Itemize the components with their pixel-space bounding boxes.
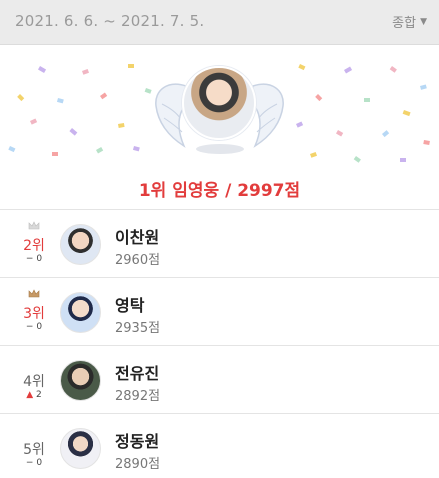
caret-down-icon: ▼: [420, 16, 427, 27]
ranking-row[interactable]: 5위 − 0 정동원 2890점: [0, 415, 439, 478]
winner-section: 1위 임영웅 / 2997점: [0, 46, 439, 210]
ranking-row[interactable]: 3위 − 0 영탁 2935점: [0, 279, 439, 346]
winner-title: 1위 임영웅 / 2997점: [138, 181, 301, 201]
artist-name: 정동원: [115, 432, 160, 451]
rank-column: 3위 − 0: [16, 279, 52, 346]
rank-column: 4위 ▲ 2: [16, 347, 52, 414]
bronze-crown-icon: [28, 289, 40, 298]
dash-icon: −: [25, 458, 34, 468]
rank-column: 5위 − 0: [16, 415, 52, 478]
winner-photo: [182, 66, 256, 140]
ranking-row[interactable]: 4위 ▲ 2 전유진 2892점: [0, 347, 439, 414]
avatar: [60, 292, 101, 333]
dash-icon: −: [25, 322, 34, 332]
rank-change: − 0: [25, 322, 43, 332]
artist-score: 2890점: [115, 457, 161, 472]
artist-name: 영탁: [115, 296, 145, 315]
artist-name: 이찬원: [115, 228, 160, 247]
filter-label: 종합: [392, 16, 417, 31]
rank-label: 5위: [23, 442, 45, 458]
dash-icon: −: [25, 254, 34, 264]
rank-label: 4위: [23, 374, 45, 390]
winner-pedestal: [196, 144, 244, 154]
filter-dropdown[interactable]: 종합 ▼: [392, 12, 427, 31]
silver-crown-icon: [28, 221, 40, 230]
ranking-row[interactable]: 2위 − 0 이찬원 2960점: [0, 211, 439, 278]
date-bar: 2021. 6. 6. ~ 2021. 7. 5. 종합 ▼: [0, 0, 439, 45]
artist-score: 2960점: [115, 253, 161, 268]
artist-score: 2935점: [115, 321, 161, 336]
artist-score: 2892점: [115, 389, 161, 404]
avatar: [60, 224, 101, 265]
rank-change: ▲ 2: [26, 390, 42, 400]
rank-label: 2위: [23, 238, 45, 254]
avatar: [60, 360, 101, 401]
avatar: [60, 428, 101, 469]
rank-column: 2위 − 0: [16, 211, 52, 278]
rank-change: − 0: [25, 254, 43, 264]
date-range: 2021. 6. 6. ~ 2021. 7. 5.: [15, 12, 205, 30]
up-arrow-icon: ▲: [26, 390, 34, 400]
rank-change: − 0: [25, 458, 43, 468]
rank-label: 3위: [23, 306, 45, 322]
artist-name: 전유진: [115, 364, 160, 383]
